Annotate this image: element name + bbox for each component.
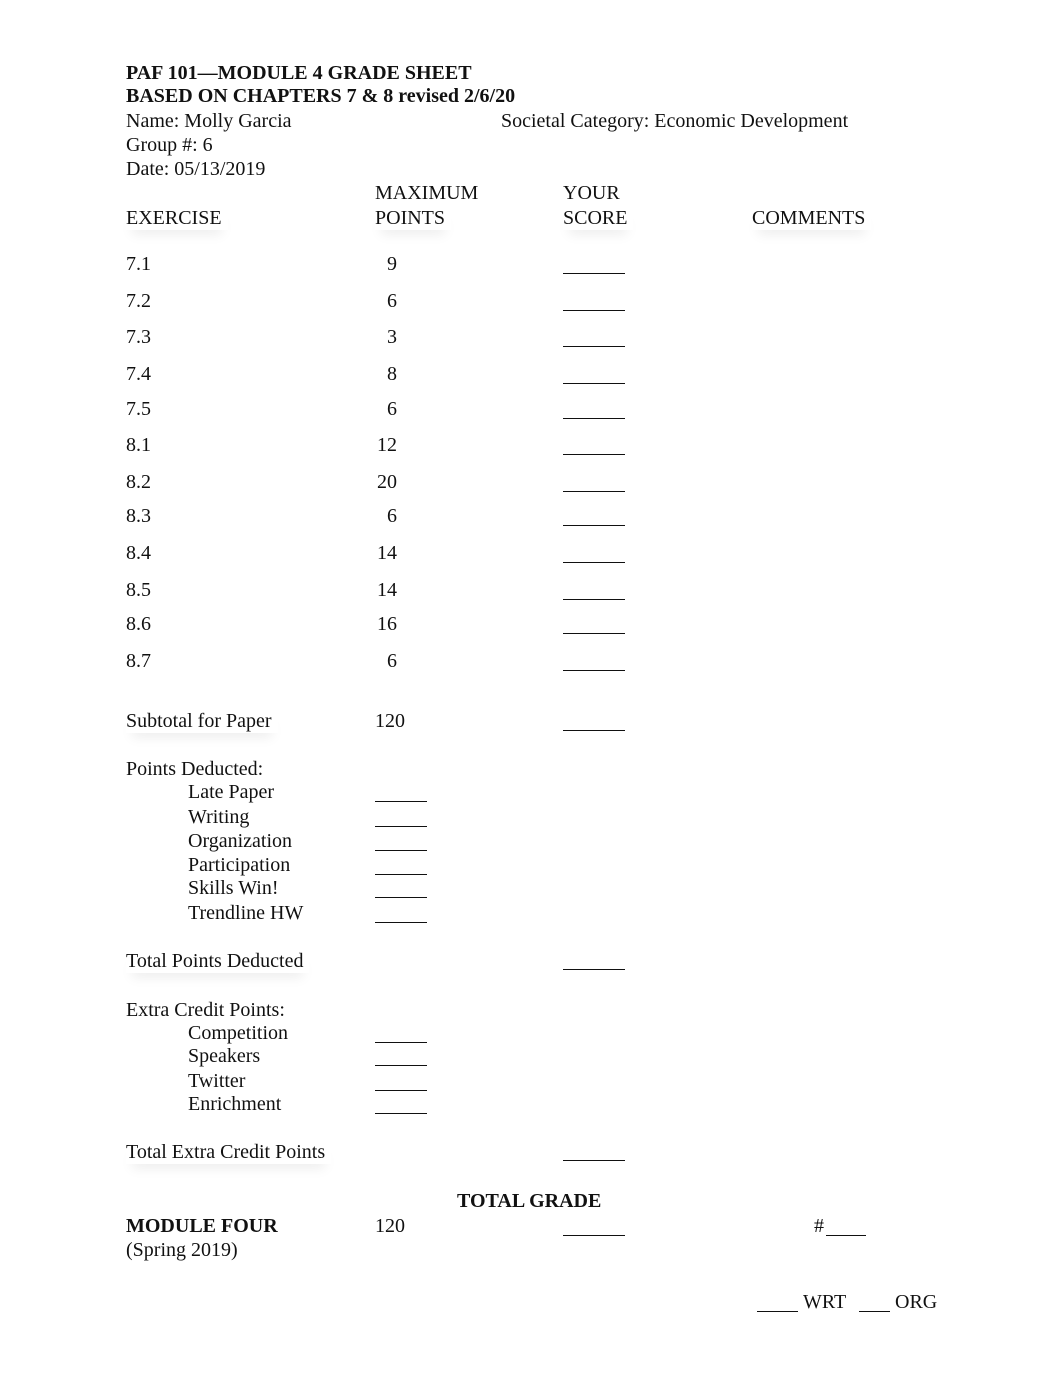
exercise-score-blank[interactable] xyxy=(563,491,625,492)
sheet-title: PAF 101—MODULE 4 GRADE SHEET xyxy=(126,62,472,84)
total-deducted-blank[interactable] xyxy=(563,969,625,970)
deduction-item-blank[interactable] xyxy=(375,850,427,851)
exercise-max-points: 6 xyxy=(387,398,397,420)
exercise-max-points: 20 xyxy=(377,471,397,493)
deduction-item-label: Organization xyxy=(188,830,293,852)
exercise-max-points: 6 xyxy=(387,505,397,527)
sheet-subtitle: BASED ON CHAPTERS 7 & 8 revised 2/6/20 xyxy=(126,85,516,107)
exercise-max-points: 8 xyxy=(387,363,397,385)
exercise-score-blank[interactable] xyxy=(563,670,625,671)
group-rank-blank[interactable] xyxy=(826,1235,866,1236)
exercise-id: 8.6 xyxy=(126,613,151,635)
exercise-score-blank[interactable] xyxy=(563,454,625,455)
extra-credit-heading: Extra Credit Points: xyxy=(126,999,285,1021)
date: Date: 05/13/2019 xyxy=(126,158,266,180)
exercise-max-points: 12 xyxy=(377,434,397,456)
module-label: MODULE FOUR xyxy=(126,1215,278,1237)
exercise-score-blank[interactable] xyxy=(563,310,625,311)
term-label: (Spring 2019) xyxy=(126,1239,238,1261)
wrt-blank[interactable] xyxy=(757,1311,798,1312)
exercise-score-blank[interactable] xyxy=(563,418,625,419)
exercise-max-points: 16 xyxy=(377,613,397,635)
total-deducted-label: Total Points Deducted xyxy=(126,949,309,973)
subtotal-max: 120 xyxy=(375,710,405,732)
exercise-max-points: 14 xyxy=(377,542,397,564)
exercise-max-points: 6 xyxy=(387,650,397,672)
exercise-score-blank[interactable] xyxy=(563,273,625,274)
extra-credit-item-blank[interactable] xyxy=(375,1065,427,1066)
exercise-id: 8.5 xyxy=(126,579,151,601)
extra-credit-item-blank[interactable] xyxy=(375,1113,427,1114)
extra-credit-item-label: Speakers xyxy=(188,1045,261,1067)
exercise-id: 7.4 xyxy=(126,363,151,385)
column-header-max-line1: MAXIMUM xyxy=(375,182,479,204)
extra-credit-item-label: Enrichment xyxy=(188,1093,282,1115)
deduction-item-label: Skills Win! xyxy=(188,877,279,899)
column-header-comments: COMMENTS xyxy=(752,206,871,230)
subtotal-label: Subtotal for Paper xyxy=(126,709,278,733)
total-grade-heading: TOTAL GRADE xyxy=(457,1190,602,1212)
exercise-id: 8.1 xyxy=(126,434,151,456)
deduction-item-label: Participation xyxy=(188,854,291,876)
org-blank[interactable] xyxy=(859,1311,890,1312)
module-score-blank[interactable] xyxy=(563,1235,625,1236)
exercise-score-blank[interactable] xyxy=(563,346,625,347)
subtotal-score-blank[interactable] xyxy=(563,730,625,731)
extra-credit-item-blank[interactable] xyxy=(375,1090,427,1091)
exercise-id: 7.5 xyxy=(126,398,151,420)
exercise-score-blank[interactable] xyxy=(563,633,625,634)
column-header-exercise: EXERCISE xyxy=(126,206,228,230)
extra-credit-item-label: Competition xyxy=(188,1022,288,1044)
wrt-label: WRT xyxy=(803,1291,847,1313)
total-extra-credit-label: Total Extra Credit Points xyxy=(126,1140,331,1164)
extra-credit-item-label: Twitter xyxy=(188,1070,246,1092)
exercise-score-blank[interactable] xyxy=(563,525,625,526)
group-rank-prefix: # xyxy=(814,1215,824,1237)
exercise-max-points: 9 xyxy=(387,253,397,275)
org-label: ORG xyxy=(895,1291,938,1313)
deduction-item-blank[interactable] xyxy=(375,826,427,827)
deduction-item-blank[interactable] xyxy=(375,897,427,898)
deduction-item-label: Late Paper xyxy=(188,781,275,803)
societal-category: Societal Category: Economic Development xyxy=(501,110,849,132)
total-extra-credit-blank[interactable] xyxy=(563,1160,625,1161)
exercise-max-points: 3 xyxy=(387,326,397,348)
exercise-id: 7.1 xyxy=(126,253,151,275)
group-number: Group #: 6 xyxy=(126,134,213,156)
exercise-id: 8.3 xyxy=(126,505,151,527)
exercise-id: 8.4 xyxy=(126,542,151,564)
student-name: Name: Molly Garcia xyxy=(126,110,292,132)
exercise-max-points: 14 xyxy=(377,579,397,601)
exercise-score-blank[interactable] xyxy=(563,599,625,600)
exercise-id: 8.2 xyxy=(126,471,151,493)
deduction-item-blank[interactable] xyxy=(375,874,427,875)
exercise-id: 7.2 xyxy=(126,290,151,312)
module-max: 120 xyxy=(375,1215,405,1237)
deduction-item-label: Trendline HW xyxy=(188,902,304,924)
exercise-id: 8.7 xyxy=(126,650,151,672)
exercise-id: 7.3 xyxy=(126,326,151,348)
exercise-score-blank[interactable] xyxy=(563,383,625,384)
column-header-max-line2: POINTS xyxy=(375,206,451,230)
deductions-heading: Points Deducted: xyxy=(126,758,264,780)
deduction-item-blank[interactable] xyxy=(375,801,427,802)
column-header-score-line1: YOUR xyxy=(563,182,620,204)
exercise-max-points: 6 xyxy=(387,290,397,312)
deduction-item-blank[interactable] xyxy=(375,922,427,923)
column-header-score-line2: SCORE xyxy=(563,206,633,230)
extra-credit-item-blank[interactable] xyxy=(375,1042,427,1043)
deduction-item-label: Writing xyxy=(188,806,250,828)
exercise-score-blank[interactable] xyxy=(563,562,625,563)
